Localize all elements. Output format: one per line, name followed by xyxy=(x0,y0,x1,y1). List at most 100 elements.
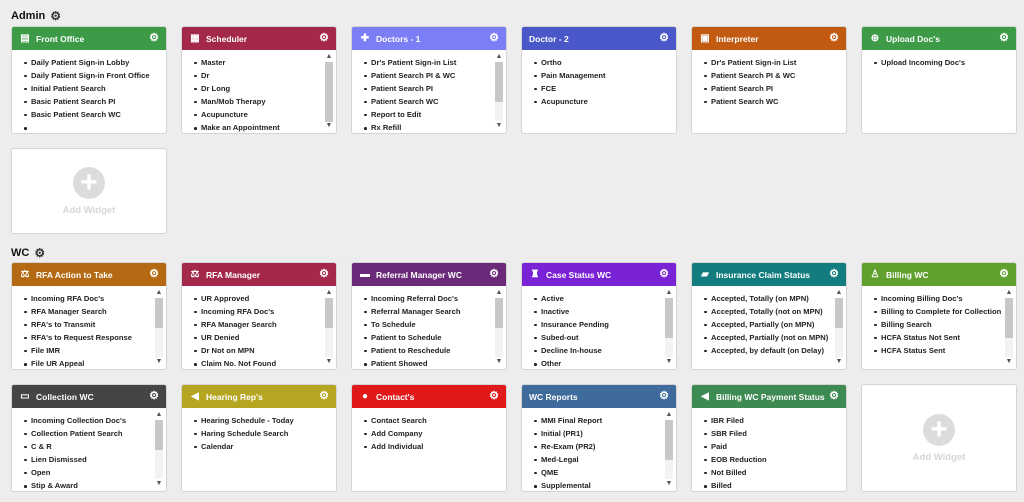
list-item[interactable]: Incoming RFA Doc's xyxy=(194,305,322,318)
gear-icon[interactable]: ⚙ xyxy=(999,33,1009,44)
list-item[interactable]: To Schedule xyxy=(364,318,492,331)
scroll-down-icon[interactable]: ▼ xyxy=(834,357,844,367)
add-widget-admin[interactable]: + Add Widget xyxy=(11,148,167,234)
scroll-up-icon[interactable]: ▲ xyxy=(664,288,674,298)
scroll-down-icon[interactable]: ▼ xyxy=(154,479,164,489)
list-item[interactable]: RFA Manager Search xyxy=(194,318,322,331)
list-item[interactable]: Upload Incoming Doc's xyxy=(874,56,1002,69)
list-item[interactable]: Incoming Collection Doc's xyxy=(24,414,152,427)
list-item[interactable]: Calendar xyxy=(194,440,322,453)
scrollbar[interactable]: ▲ ▼ xyxy=(664,288,674,367)
list-item[interactable]: Incoming RFA Doc's xyxy=(24,292,152,305)
list-item[interactable]: Other xyxy=(534,357,662,369)
list-item[interactable]: Supplemental xyxy=(534,479,662,491)
list-item[interactable]: Rx Refill xyxy=(364,121,492,133)
scroll-track[interactable] xyxy=(495,298,503,357)
scroll-up-icon[interactable]: ▲ xyxy=(494,52,504,62)
scroll-down-icon[interactable]: ▼ xyxy=(1004,357,1014,367)
widget-header[interactable]: ▭ Collection WC ⚙ xyxy=(12,385,166,408)
list-item[interactable]: C & R xyxy=(24,440,152,453)
list-item[interactable]: Billing Search xyxy=(874,318,1002,331)
list-item[interactable]: Paid xyxy=(704,440,832,453)
gear-icon[interactable]: ⚙ xyxy=(829,391,839,402)
list-item[interactable]: Dr's Patient Sign-in List xyxy=(364,56,492,69)
list-item[interactable]: Not Billed xyxy=(704,466,832,479)
widget-header[interactable]: ♜ Case Status WC ⚙ xyxy=(522,263,676,286)
list-item[interactable]: UR Approved xyxy=(194,292,322,305)
scroll-up-icon[interactable]: ▲ xyxy=(324,52,334,62)
scroll-track[interactable] xyxy=(155,420,163,479)
gear-icon[interactable]: ⚙ xyxy=(489,391,499,402)
list-item[interactable]: Initial (PR1) xyxy=(534,427,662,440)
widget-header[interactable]: ♙ Billing WC ⚙ xyxy=(862,263,1016,286)
scroll-up-icon[interactable]: ▲ xyxy=(664,410,674,420)
scroll-up-icon[interactable]: ▲ xyxy=(834,288,844,298)
scroll-track[interactable] xyxy=(325,298,333,357)
list-item[interactable]: Make an Appointment xyxy=(194,121,322,133)
widget-header[interactable]: ▦ Scheduler ⚙ xyxy=(182,27,336,50)
list-item[interactable]: Med-Legal xyxy=(534,453,662,466)
list-item[interactable]: Dr's Patient Sign-in List xyxy=(704,56,832,69)
list-item[interactable]: Patient Search PI xyxy=(364,82,492,95)
list-item[interactable]: RFA's to Transmit xyxy=(24,318,152,331)
list-item[interactable]: Incoming Referral Doc's xyxy=(364,292,492,305)
scroll-thumb[interactable] xyxy=(665,420,673,460)
list-item[interactable]: Daily Patient Sign-in Lobby xyxy=(24,56,152,69)
widget-header[interactable]: ▰ Insurance Claim Status ⚙ xyxy=(692,263,846,286)
widget-header[interactable]: ● Contact's ⚙ xyxy=(352,385,506,408)
widget-header[interactable]: ✚ Doctors - 1 ⚙ xyxy=(352,27,506,50)
list-item[interactable]: Patient Search WC xyxy=(364,95,492,108)
list-item[interactable]: HCFA Status Not Sent xyxy=(874,331,1002,344)
gear-icon[interactable]: ⚙ xyxy=(659,391,669,402)
list-item[interactable]: Lien Dismissed xyxy=(24,453,152,466)
gear-icon[interactable]: ⚙ xyxy=(659,269,669,280)
list-item[interactable]: Basic Patient Search PI xyxy=(24,95,152,108)
list-item[interactable]: QME xyxy=(534,466,662,479)
gear-icon[interactable]: ⚙ xyxy=(829,33,839,44)
list-item[interactable]: Accepted, Totally (on MPN) xyxy=(704,292,832,305)
list-item[interactable]: Open xyxy=(24,466,152,479)
gear-icon[interactable]: ⚙ xyxy=(149,269,159,280)
list-item[interactable]: FCE xyxy=(534,82,662,95)
gear-icon[interactable]: ⚙ xyxy=(999,269,1009,280)
list-item[interactable]: Contact Search xyxy=(364,414,492,427)
list-item[interactable]: RFA Manager Search xyxy=(24,305,152,318)
list-item[interactable]: File IMR xyxy=(24,344,152,357)
list-item[interactable]: Haring Schedule Search xyxy=(194,427,322,440)
scroll-track[interactable] xyxy=(835,298,843,357)
list-item[interactable]: SBR Filed xyxy=(704,427,832,440)
scroll-thumb[interactable] xyxy=(155,420,163,450)
gear-icon[interactable]: ⚙ xyxy=(319,391,329,402)
widget-header[interactable]: ▤ Front Office ⚙ xyxy=(12,27,166,50)
list-item[interactable]: Initial Patient Search xyxy=(24,82,152,95)
list-item[interactable]: Referral Manager Search xyxy=(364,305,492,318)
widget-header[interactable]: ◀ Hearing Rep's ⚙ xyxy=(182,385,336,408)
gear-icon[interactable]: ⚙ xyxy=(319,269,329,280)
widget-header[interactable]: WC Reports ⚙ xyxy=(522,385,676,408)
list-item[interactable]: Decline In-house xyxy=(534,344,662,357)
list-item[interactable]: Claim No. Not Found xyxy=(194,357,322,369)
list-item[interactable]: Dr xyxy=(194,69,322,82)
list-item[interactable]: EOB Reduction xyxy=(704,453,832,466)
list-item[interactable]: Patient Showed xyxy=(364,357,492,369)
scroll-thumb[interactable] xyxy=(835,298,843,328)
list-item[interactable]: Incoming Billing Doc's xyxy=(874,292,1002,305)
list-item[interactable]: Patient Search PI & WC xyxy=(364,69,492,82)
list-item[interactable]: Ortho xyxy=(534,56,662,69)
list-item[interactable]: Hearing Schedule - Today xyxy=(194,414,322,427)
list-item[interactable]: Man/Mob Therapy xyxy=(194,95,322,108)
list-item[interactable]: Patient to Reschedule xyxy=(364,344,492,357)
gear-icon[interactable]: ⚙ xyxy=(489,33,499,44)
list-item[interactable]: Billing to Complete for Collection xyxy=(874,305,1002,318)
list-item[interactable]: UR Denied xyxy=(194,331,322,344)
scroll-down-icon[interactable]: ▼ xyxy=(154,357,164,367)
scroll-up-icon[interactable]: ▲ xyxy=(494,288,504,298)
widget-header[interactable]: ◀ Billing WC Payment Status ⚙ xyxy=(692,385,846,408)
list-item[interactable]: Acupuncture xyxy=(194,108,322,121)
scrollbar[interactable]: ▲ ▼ xyxy=(664,410,674,489)
scroll-thumb[interactable] xyxy=(155,298,163,328)
scroll-track[interactable] xyxy=(1005,298,1013,357)
scroll-down-icon[interactable]: ▼ xyxy=(494,121,504,131)
scroll-thumb[interactable] xyxy=(495,298,503,328)
list-item[interactable]: Insurance Pending xyxy=(534,318,662,331)
